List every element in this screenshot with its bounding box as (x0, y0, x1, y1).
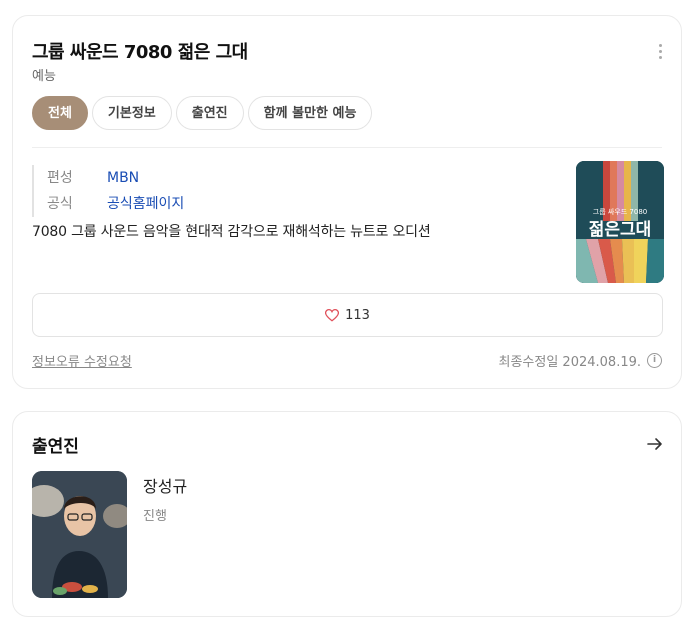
program-info-card: 그룹 싸운드 7080 젊은 그대 예능 전체 기본정보 출연진 함께 볼만한 … (12, 15, 682, 389)
tab-cast[interactable]: 출연진 (175, 96, 244, 130)
like-count: 113 (345, 307, 370, 323)
official-homepage-link[interactable]: 공식홈페이지 (107, 191, 184, 217)
meta-key-broadcaster: 편성 (47, 170, 73, 186)
report-error-link[interactable]: 정보오류 수정요청 (32, 351, 132, 370)
poster-title-text: 젊은그대 (589, 219, 652, 240)
cast-photo[interactable] (32, 471, 127, 598)
cast-name[interactable]: 장성규 (143, 473, 187, 497)
tab-related-shows[interactable]: 함께 볼만한 예능 (247, 96, 373, 130)
poster-small-text: 그룹 싸우드 7080 (593, 207, 647, 216)
heart-icon (325, 308, 340, 322)
program-title: 그룹 싸운드 7080 젊은 그대 (32, 42, 248, 63)
meta-row-official: 공식 공식홈페이지 (47, 191, 184, 217)
program-poster[interactable]: 그룹 싸우드 7080 젊은그대 (576, 161, 664, 283)
tab-bar: 전체 기본정보 출연진 함께 볼만한 예능 (32, 96, 373, 130)
last-updated: 최종수정일 2024.08.19. i (498, 351, 662, 370)
meta-row-broadcaster: 편성 MBN (47, 165, 184, 191)
last-updated-text: 최종수정일 2024.08.19. (498, 355, 642, 370)
divider (32, 147, 662, 148)
cast-member[interactable]: 장성규 진행 (32, 471, 187, 598)
broadcaster-link[interactable]: MBN (107, 165, 139, 191)
like-button[interactable]: 113 (32, 293, 663, 337)
tab-all[interactable]: 전체 (32, 96, 88, 130)
arrow-right-icon[interactable] (647, 436, 663, 456)
cast-info: 장성규 진행 (143, 471, 187, 598)
meta-info: 편성 MBN 공식 공식홈페이지 (32, 165, 184, 217)
program-genre: 예능 (32, 69, 56, 84)
tab-basic-info[interactable]: 기본정보 (91, 96, 172, 130)
cast-card: 출연진 장성규 진행 (12, 411, 682, 617)
cast-section-title: 출연진 (32, 437, 79, 457)
meta-key-official: 공식 (47, 196, 73, 212)
program-description: 7080 그룹 사운드 음악을 현대적 감각으로 재해석하는 뉴트로 오디션 (32, 224, 431, 240)
more-options-icon[interactable] (659, 44, 663, 62)
cast-role: 진행 (143, 509, 167, 524)
info-icon[interactable]: i (647, 353, 662, 368)
